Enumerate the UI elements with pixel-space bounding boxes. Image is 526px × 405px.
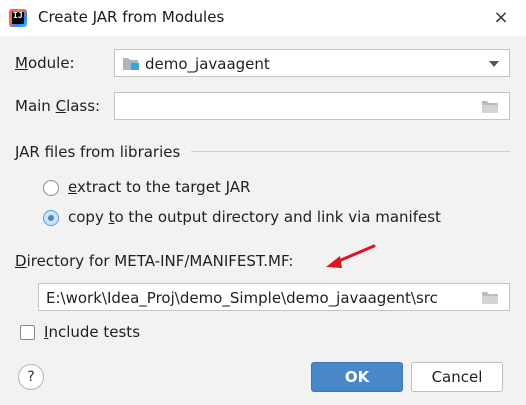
radio-copy-rest: o the output directory and link via mani… — [114, 208, 441, 226]
module-select-value: demo_javaagent — [145, 55, 270, 73]
module-label: Module: — [15, 54, 75, 72]
help-button[interactable]: ? — [18, 364, 44, 390]
section-divider — [191, 151, 510, 152]
manifest-dir-input[interactable]: E:\work\Idea_Proj\demo_Simple\demo_javaa… — [38, 283, 510, 311]
ok-button[interactable]: OK — [311, 362, 403, 392]
module-select[interactable]: demo_javaagent — [114, 49, 510, 77]
radio-extract-mnemonic: e — [68, 178, 77, 196]
dialog-title: Create JAR from Modules — [38, 8, 225, 26]
radio-extract-rest: xtract to the target JAR — [76, 178, 251, 196]
browse-folder-icon[interactable] — [481, 100, 499, 114]
intellij-app-icon: IJ — [9, 9, 27, 27]
module-label-mnemonic: M — [15, 54, 28, 72]
radio-extract-label[interactable]: extract to the target JAR — [68, 178, 250, 196]
manifest-dir-label-mnemonic: D — [15, 252, 27, 270]
manifest-dir-value: E:\work\Idea_Proj\demo_Simple\demo_javaa… — [46, 289, 438, 307]
jar-files-section-label: JAR files from libraries — [15, 143, 181, 161]
main-class-label-rest: lass: — [66, 97, 101, 115]
main-class-label-mnemonic: C — [55, 97, 67, 115]
radio-copy-link-label[interactable]: copy to the output directory and link vi… — [68, 208, 441, 226]
manifest-dir-label-rest: irectory for META-INF/MANIFEST.MF: — [26, 252, 294, 270]
cancel-button[interactable]: Cancel — [411, 362, 503, 392]
include-tests-rest: nclude tests — [48, 323, 141, 341]
radio-copy-prefix: copy — [68, 208, 109, 226]
main-class-label: Main Class: — [15, 97, 100, 115]
module-label-rest: odule: — [27, 54, 75, 72]
radio-copy-link[interactable] — [43, 210, 59, 226]
app-icon-text: IJ — [13, 11, 23, 20]
browse-folder-icon[interactable] — [481, 291, 499, 305]
module-folder-icon — [123, 58, 139, 70]
main-class-input[interactable] — [114, 92, 510, 120]
annotation-arrow-icon — [326, 244, 376, 268]
main-class-label-prefix: Main — [15, 97, 56, 115]
chevron-down-icon[interactable] — [489, 61, 499, 67]
include-tests-label[interactable]: Include tests — [44, 323, 140, 341]
radio-extract[interactable] — [43, 180, 59, 196]
manifest-dir-label: Directory for META-INF/MANIFEST.MF: — [15, 252, 293, 270]
close-icon[interactable]: × — [490, 6, 512, 28]
title-bar: IJ Create JAR from Modules × — [0, 0, 526, 36]
include-tests-checkbox[interactable] — [20, 325, 35, 340]
